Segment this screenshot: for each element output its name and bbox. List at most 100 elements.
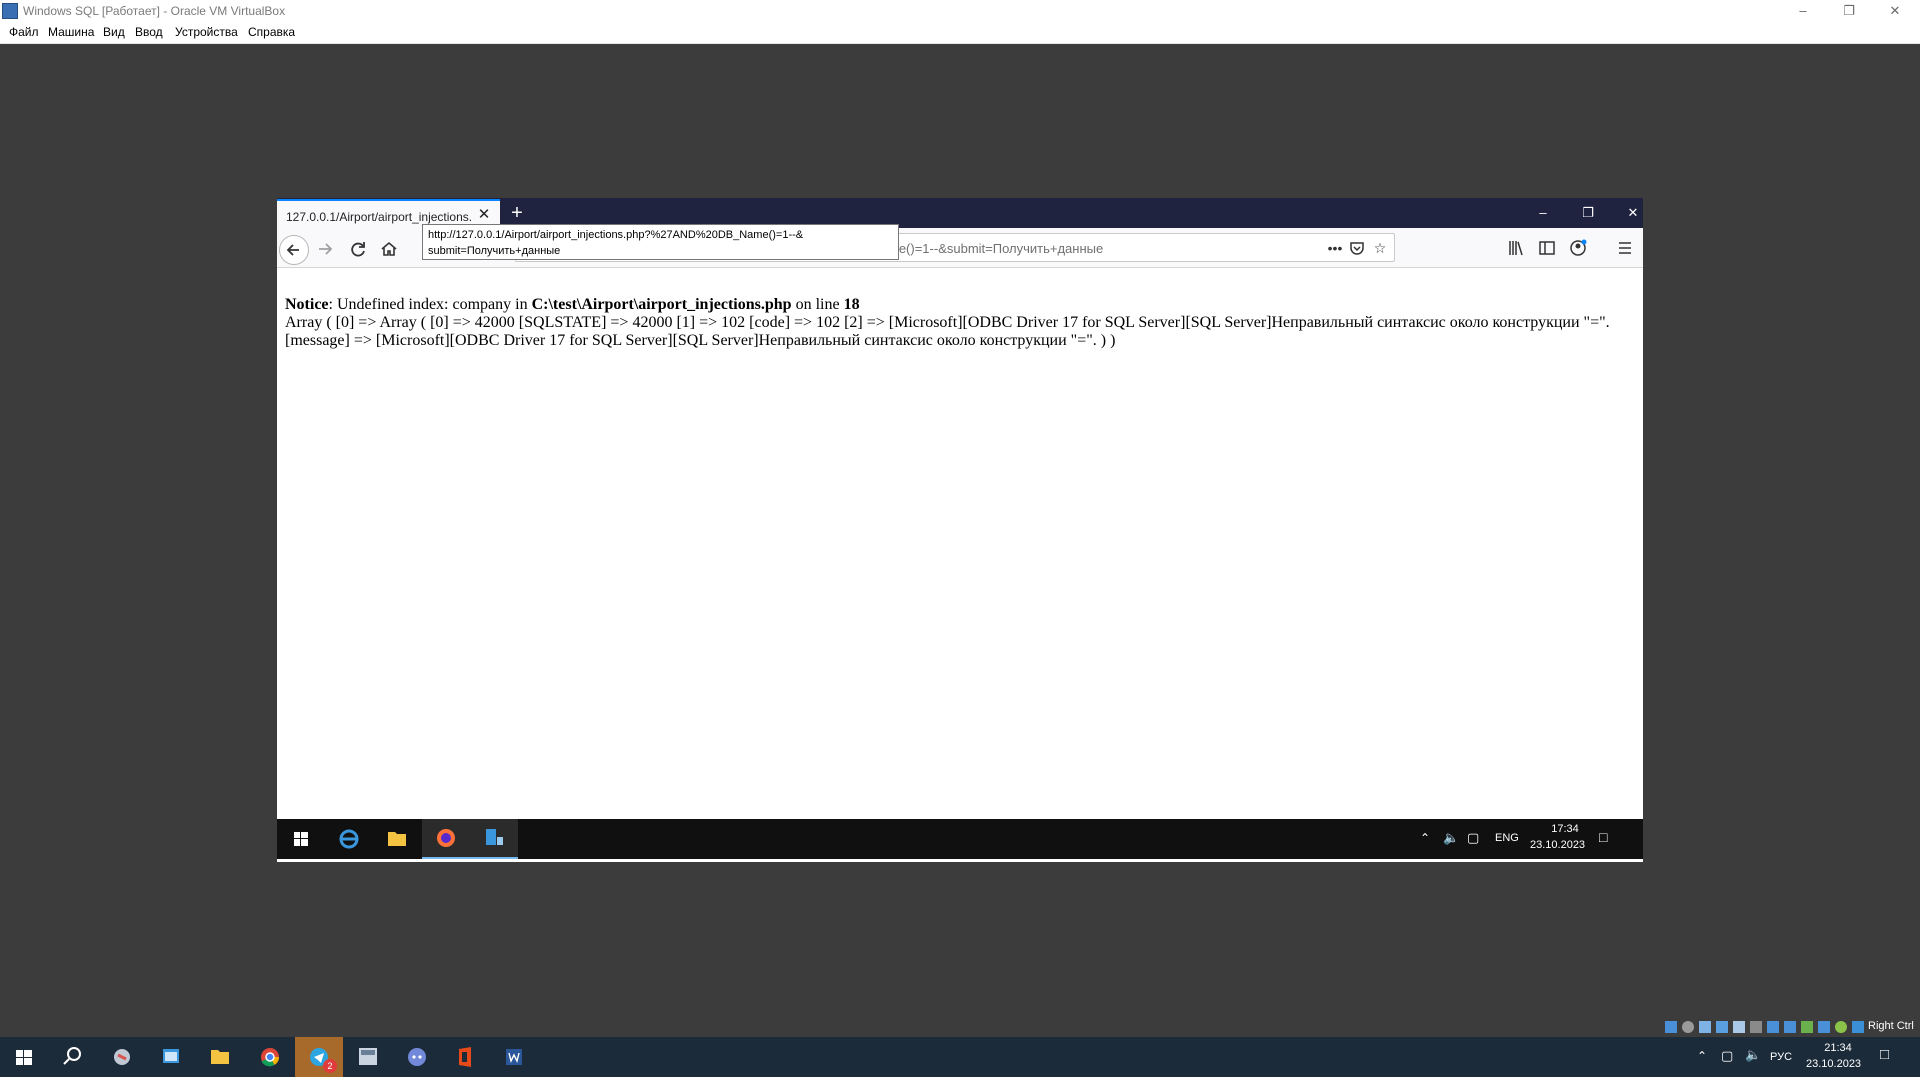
vm-taskbar-ie[interactable] <box>325 819 373 859</box>
notice-path: C:\test\Airport\airport_injections.php <box>531 296 792 313</box>
host-tray-date[interactable]: 23.10.2023 <box>1806 1058 1861 1070</box>
sql-error-line-1: Array ( [0] => Array ( [0] => 42000 [SQL… <box>285 314 1610 331</box>
host-status-bar: Right Ctrl <box>1660 1017 1920 1037</box>
page-content-area: Notice: Undefined index: company in C:\t… <box>277 269 1643 819</box>
host-window-title: Windows SQL [Работает] - Oracle VM Virtu… <box>23 4 286 18</box>
menu-machine[interactable]: Машина <box>48 25 94 39</box>
tab-close-icon[interactable]: ✕ <box>476 207 492 223</box>
vm-tray-language[interactable]: ENG <box>1495 832 1519 844</box>
host-tray-chevron-icon[interactable]: ⌃ <box>1697 1049 1707 1063</box>
vm-taskbar-firefox[interactable] <box>422 819 470 859</box>
virtualbox-vm-icon <box>2 3 18 19</box>
internet-explorer-icon <box>339 829 359 849</box>
forward-button[interactable] <box>310 234 340 264</box>
vm-tray-chevron-icon[interactable]: ⌃ <box>1420 831 1430 845</box>
vm-tray-network-icon[interactable]: ▢ <box>1467 830 1479 846</box>
host-restore-button[interactable]: ❐ <box>1826 0 1872 23</box>
chrome-icon <box>261 1048 279 1067</box>
back-button[interactable] <box>279 235 309 265</box>
telegram-icon <box>310 1048 328 1066</box>
host-tray-volume-icon[interactable]: 🔈 <box>1745 1047 1761 1063</box>
server-manager-icon <box>486 829 503 845</box>
vm-tray-date[interactable]: 23.10.2023 <box>1530 839 1585 851</box>
host-taskbar-app-1[interactable] <box>98 1037 146 1077</box>
link-tooltip: http://127.0.0.1/Airport/airport_injecti… <box>422 224 899 260</box>
host-taskbar-app-2[interactable] <box>147 1037 195 1077</box>
bookmark-star-icon[interactable]: ☆ <box>1369 238 1391 258</box>
host-taskbar-chrome[interactable] <box>246 1037 294 1077</box>
sidebar-icon[interactable] <box>1535 236 1559 260</box>
host-search-button[interactable] <box>48 1037 96 1077</box>
host-tray-time[interactable]: 21:34 <box>1818 1042 1858 1054</box>
menu-devices[interactable]: Устройства <box>175 25 238 39</box>
vm-start-button[interactable] <box>277 819 325 859</box>
new-tab-button[interactable]: + <box>506 202 528 224</box>
folder-icon <box>388 832 406 846</box>
host-tray-language[interactable]: РУС <box>1770 1051 1792 1063</box>
host-taskbar-discord[interactable] <box>393 1037 441 1077</box>
reload-icon <box>351 242 365 257</box>
php-notice: Notice: Undefined index: company in C:\t… <box>285 296 1635 314</box>
library-icon[interactable] <box>1504 236 1528 260</box>
windows-logo-icon <box>294 832 308 846</box>
browser-minimize-button[interactable]: – <box>1528 202 1558 224</box>
notice-text-1: : Undefined index: company in <box>328 296 532 313</box>
status-optical-icon[interactable] <box>1682 1021 1694 1033</box>
status-network-icon[interactable] <box>1716 1021 1728 1033</box>
host-title-bar: Windows SQL [Работает] - Oracle VM Virtu… <box>0 0 1920 23</box>
status-mouse-integration-icon[interactable] <box>1801 1021 1813 1033</box>
host-minimize-button[interactable]: – <box>1780 0 1826 23</box>
vm-action-center-icon[interactable]: □ <box>1599 829 1607 845</box>
app-icon <box>114 1049 130 1065</box>
hamburger-menu-icon[interactable] <box>1613 236 1637 260</box>
host-start-button[interactable] <box>0 1037 48 1077</box>
host-tray-network-icon[interactable]: ▢ <box>1721 1048 1733 1064</box>
status-shared-folders-icon[interactable] <box>1750 1021 1762 1033</box>
notice-text-2: on line <box>791 296 844 313</box>
vm-screen[interactable]: 127.0.0.1/Airport/airport_injections.php… <box>277 198 1643 862</box>
status-display-icon[interactable] <box>1767 1021 1779 1033</box>
vm-tray-time[interactable]: 17:34 <box>1542 823 1588 835</box>
tooltip-line-2: submit=Получить+данные <box>428 245 561 257</box>
home-icon <box>381 241 397 256</box>
host-taskbar-word[interactable] <box>490 1037 538 1077</box>
host-taskbar-explorer[interactable] <box>196 1037 244 1077</box>
sql-server-icon <box>359 1048 377 1065</box>
host-close-button[interactable]: ✕ <box>1872 0 1918 23</box>
host-taskbar-office[interactable] <box>441 1037 489 1077</box>
status-usb-icon[interactable] <box>1733 1021 1745 1033</box>
url-text: me()=1--&submit=Получить+данные <box>888 241 1104 256</box>
menu-view[interactable]: Вид <box>103 25 125 39</box>
status-audio-icon[interactable] <box>1699 1021 1711 1033</box>
vm-taskbar-explorer[interactable] <box>373 819 421 859</box>
host-action-center-icon[interactable]: □ <box>1880 1046 1889 1063</box>
discord-icon <box>408 1048 426 1066</box>
browser-restore-button[interactable]: ❐ <box>1573 202 1603 224</box>
menu-input[interactable]: Ввод <box>135 25 163 39</box>
folder-icon <box>211 1050 229 1064</box>
pocket-icon[interactable] <box>1346 238 1368 258</box>
host-menu-bar: Файл Машина Вид Ввод Устройства Справка <box>0 23 1920 44</box>
reload-button[interactable] <box>343 234 373 264</box>
app-window-icon <box>163 1049 179 1063</box>
status-keyboard-icon[interactable] <box>1818 1021 1830 1033</box>
account-icon[interactable] <box>1566 236 1590 260</box>
host-taskbar-telegram[interactable]: 2 <box>295 1037 343 1077</box>
host-taskbar: 2 ⌃ ▢ 🔈 РУС 21:34 23.10.2023 □ <box>0 1037 1920 1077</box>
status-host-key-icon[interactable] <box>1852 1021 1864 1033</box>
status-host-key-label: Right Ctrl <box>1868 1020 1914 1032</box>
vm-taskbar-server-manager[interactable] <box>470 819 518 859</box>
page-actions-icon[interactable]: ••• <box>1324 238 1346 258</box>
vm-tray-volume-muted-icon[interactable]: 🔈 <box>1443 830 1459 846</box>
status-vm-activity-icon[interactable] <box>1835 1021 1847 1033</box>
menu-file[interactable]: Файл <box>9 25 39 39</box>
host-taskbar-sql-studio[interactable] <box>344 1037 392 1077</box>
browser-close-button[interactable]: ✕ <box>1618 202 1643 224</box>
home-button[interactable] <box>374 234 404 264</box>
telegram-badge: 2 <box>323 1059 337 1073</box>
menu-help[interactable]: Справка <box>248 25 295 39</box>
status-recording-icon[interactable] <box>1784 1021 1796 1033</box>
notice-label: Notice <box>285 296 329 313</box>
status-hdd-icon[interactable] <box>1665 1021 1677 1033</box>
sql-error-line-2: [message] => [Microsoft][ODBC Driver 17 … <box>285 332 1116 349</box>
